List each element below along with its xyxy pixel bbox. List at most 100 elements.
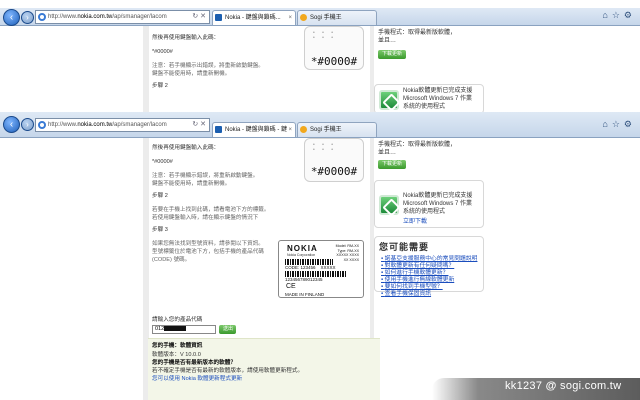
page-icon bbox=[38, 121, 46, 129]
paragraph: 注意：若手機顯示出錯誤，將重新啟動鍵盤。 bbox=[152, 63, 264, 69]
toolbar-icons: ⌂☆⚙ bbox=[602, 119, 636, 130]
product-code-input[interactable]: 012 bbox=[152, 325, 216, 334]
back-icon[interactable]: ‹ bbox=[3, 116, 20, 133]
url-host: nokia.com.tw bbox=[77, 14, 113, 20]
watermark-at: @ bbox=[545, 380, 557, 392]
paragraph: 然後再使用鍵盤輸入此碼： bbox=[152, 145, 220, 151]
side-text: 並且… bbox=[378, 38, 397, 44]
paragraph: 步驟 3 bbox=[152, 227, 168, 233]
refresh-icon[interactable]: ↻ ✕ bbox=[192, 11, 206, 23]
nokia-favicon-icon bbox=[215, 126, 222, 133]
paragraph: 注意：若手機顯示錯誤，將重新啟動鍵盤。 bbox=[152, 173, 259, 179]
tab-label: Sogi 手機王 bbox=[310, 15, 342, 21]
paragraph: (CODE) 號碼。 bbox=[152, 257, 191, 263]
side-text: 並且… bbox=[378, 150, 397, 156]
info-link[interactable]: 您可以使用 Nokia 軟體更新程式更新 bbox=[152, 375, 242, 383]
forward-icon[interactable]: › bbox=[21, 118, 34, 131]
toolbar-icons: ⌂☆⚙ bbox=[602, 10, 636, 21]
watermark-site: sogi.com.tw bbox=[560, 380, 622, 392]
phone-code: *#0000# bbox=[310, 165, 358, 178]
redaction-mask bbox=[164, 326, 187, 332]
nokia-logo: NOKIA bbox=[287, 244, 318, 253]
side-text: 手機程式：取得最新版軟體， bbox=[378, 30, 457, 36]
paragraph: 鍵盤不能使用時，請重新開機。 bbox=[152, 71, 231, 77]
related-link[interactable]: 查看手機保固資訊 bbox=[381, 288, 431, 297]
model-label-image: NOKIA Nokia Corporation Model: RM-XX Typ… bbox=[278, 240, 364, 298]
back-icon[interactable]: ‹ bbox=[3, 9, 20, 26]
paragraph: 步驟 2 bbox=[152, 193, 168, 199]
info-title: 您的手機：軟體資訊 bbox=[152, 343, 203, 349]
side-promo-box: Nokia軟體更新已完成支援 Microsoft Windows 7 作業 系統… bbox=[374, 180, 484, 228]
paragraph: *#0000# bbox=[152, 49, 173, 55]
star-icon[interactable]: ☆ bbox=[612, 10, 624, 20]
sogi-favicon-icon bbox=[300, 126, 307, 133]
nokia-software-updater-icon bbox=[379, 90, 399, 110]
info-line: 您的手機是否有最新版本的軟體？ bbox=[152, 360, 236, 366]
tab-nokia[interactable]: Nokia - 鍵盤與鎖碼... × bbox=[212, 10, 296, 25]
phone-screen-image: • • • • • • *#0000# bbox=[304, 26, 364, 70]
phone-screen-image: • • • • • • *#0000# bbox=[304, 138, 364, 182]
page-icon bbox=[38, 13, 46, 21]
gear-icon[interactable]: ⚙ bbox=[624, 10, 636, 20]
download-button[interactable]: 下載更新 bbox=[378, 50, 407, 59]
home-icon[interactable]: ⌂ bbox=[602, 119, 611, 129]
nokia-software-updater-icon bbox=[379, 195, 399, 215]
label-code: CODE: 123456 XXXXX bbox=[285, 265, 336, 270]
home-icon[interactable]: ⌂ bbox=[602, 10, 611, 20]
software-info-box: 您的手機：軟體資訊 軟體版本：V 10.0.0 您的手機是否有最新版本的軟體？ … bbox=[148, 338, 380, 400]
ce-mark: CE bbox=[286, 283, 296, 290]
side-text: 手機程式：取得最新版軟體， bbox=[378, 142, 457, 148]
tab-nokia[interactable]: Nokia - 鍵盤與鎖碼 - 鍵 × bbox=[212, 122, 296, 137]
address-bar[interactable]: http://www.nokia.com.tw/ap/smanager/laco… bbox=[35, 118, 210, 132]
input-value: 012 bbox=[155, 326, 165, 332]
promo-text: Nokia軟體更新已完成支援 bbox=[403, 88, 473, 94]
close-icon[interactable]: × bbox=[288, 11, 292, 25]
tab-label: Sogi 手機王 bbox=[310, 127, 342, 133]
side-promo-box: Nokia軟體更新已完成支援 Microsoft Windows 7 作業 系統… bbox=[374, 84, 484, 114]
forward-icon[interactable]: › bbox=[21, 11, 34, 24]
label-corp: Nokia Corporation bbox=[287, 253, 316, 257]
label-imei: 123456789012345 bbox=[285, 277, 323, 282]
tab-label: Nokia - 鍵盤與鎖碼... bbox=[225, 15, 281, 21]
submit-button[interactable]: 送出 bbox=[219, 325, 236, 334]
address-bar[interactable]: http://www.nokia.com.tw/ap/smanager/laco… bbox=[35, 10, 210, 24]
phone-code: *#0000# bbox=[310, 55, 358, 68]
info-line: 軟體版本：V 10.0.0 bbox=[152, 352, 201, 358]
content-margin bbox=[143, 26, 149, 112]
keypad-dots: • • • • • • bbox=[313, 142, 337, 153]
paragraph: 型號標籤位於電池下方，包括手機的產品代碼 bbox=[152, 249, 264, 255]
promo-text: Microsoft Windows 7 作業 bbox=[403, 201, 473, 207]
sogi-favicon-icon bbox=[300, 14, 307, 21]
gear-icon[interactable]: ⚙ bbox=[624, 119, 636, 129]
promo-text: Nokia軟體更新已完成支援 bbox=[403, 193, 473, 199]
input-prompt: 請輸入您的產品代碼 bbox=[152, 317, 203, 323]
keypad-dots: • • • • • • bbox=[313, 30, 337, 41]
paragraph: 鍵盤不能使用時，請重新開機。 bbox=[152, 181, 231, 187]
url-path: /ap/smanager/lacom bbox=[112, 14, 167, 20]
watermark-user: kk1237 bbox=[505, 380, 543, 392]
url-path: /ap/smanager/lacom bbox=[112, 122, 167, 128]
refresh-icon[interactable]: ↻ ✕ bbox=[192, 119, 206, 131]
url-prefix: http://www. bbox=[48, 14, 78, 20]
paragraph: 若要在手機上找到此碼，請看電池下方的標籤。 bbox=[152, 207, 270, 213]
label-origin: MADE IN FINLAND bbox=[285, 292, 325, 297]
download-button[interactable]: 下載更新 bbox=[378, 160, 407, 169]
paragraph: *#0000# bbox=[152, 159, 173, 165]
download-now-link[interactable]: 立即下載 bbox=[403, 219, 427, 227]
promo-text: 系統的使用程式 bbox=[403, 104, 446, 110]
tab-sogi[interactable]: Sogi 手機王 bbox=[297, 10, 377, 25]
nokia-favicon-icon bbox=[215, 14, 222, 21]
close-icon[interactable]: × bbox=[288, 123, 292, 137]
browser-toolbar-main: ‹ › http://www.nokia.com.tw/ap/smanager/… bbox=[0, 112, 640, 138]
label-spec: Model: RM-XX Type: RM-XX XXXXX XXXX XX X… bbox=[335, 244, 359, 262]
related-title: 您可能需要 bbox=[379, 242, 430, 252]
promo-text: 系統的使用程式 bbox=[403, 209, 446, 215]
star-icon[interactable]: ☆ bbox=[612, 119, 624, 129]
paragraph: 然後再使用鍵盤輸入此碼： bbox=[152, 35, 220, 41]
watermark: kk1237 @ sogi.com.tw bbox=[505, 380, 621, 392]
tab-sogi[interactable]: Sogi 手機王 bbox=[297, 122, 377, 137]
paragraph: 如果您無法找到型號資料，請參閱以下資訊。 bbox=[152, 241, 264, 247]
browser-toolbar-top: ‹ › http://www.nokia.com.tw/ap/smanager/… bbox=[0, 8, 640, 26]
promo-text: Microsoft Windows 7 作業 bbox=[403, 96, 473, 102]
paragraph: 若使用鍵盤輸入時，請在顯示鍵盤的情況下 bbox=[152, 215, 259, 221]
